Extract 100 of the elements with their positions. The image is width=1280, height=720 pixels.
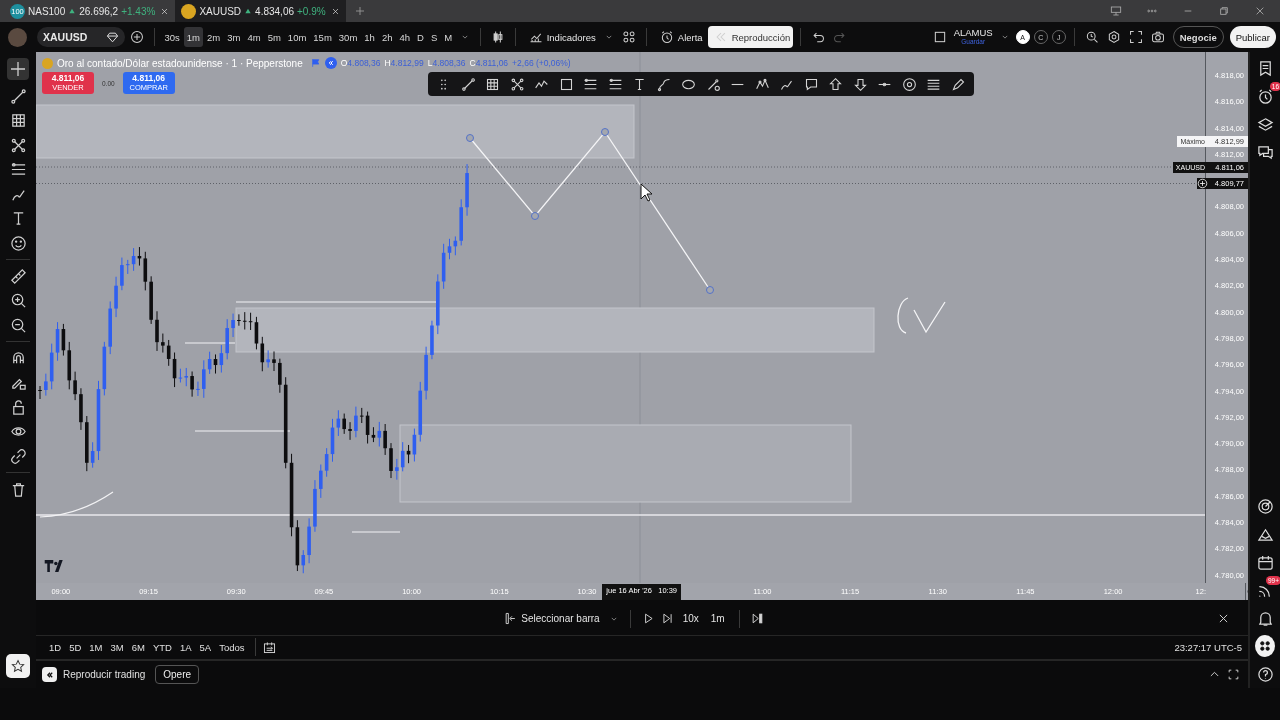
fibonacci-icon[interactable] xyxy=(607,76,623,92)
restore-icon[interactable] xyxy=(1218,5,1230,17)
interval-button[interactable]: 30m xyxy=(336,27,360,47)
calendar-icon[interactable] xyxy=(262,640,276,654)
magnifier-icon[interactable] xyxy=(1084,30,1099,44)
interval-button[interactable]: 2h xyxy=(379,27,395,47)
comment-icon[interactable] xyxy=(803,76,819,92)
interval-button[interactable]: 1m xyxy=(184,27,203,47)
calendar-icon[interactable] xyxy=(1256,553,1274,571)
interval-button[interactable]: 15m xyxy=(310,27,335,47)
up-triangle-icon xyxy=(244,7,253,15)
jump-to-end-icon[interactable] xyxy=(750,612,764,626)
interval-button[interactable]: 4h xyxy=(396,27,413,47)
speed-button[interactable]: 10x xyxy=(679,613,702,625)
fibonacci-icon[interactable] xyxy=(583,76,599,92)
radar-icon[interactable] xyxy=(1256,497,1274,515)
layout-icon[interactable] xyxy=(932,30,947,44)
range-button[interactable]: 3M xyxy=(107,641,127,653)
interval-button[interactable]: 10m xyxy=(285,27,309,47)
add-icon[interactable] xyxy=(130,30,144,44)
trade-button[interactable]: Opere xyxy=(155,665,200,685)
fibonacci-icon[interactable] xyxy=(9,161,27,178)
ohlc-value: O4.808,36 xyxy=(340,58,381,68)
interval-button[interactable]: 30s xyxy=(162,27,183,47)
help-icon[interactable] xyxy=(1256,665,1274,683)
publish-button[interactable]: Publicar xyxy=(1229,26,1276,48)
pattern-icon[interactable] xyxy=(754,76,770,92)
arrow-up-icon[interactable] xyxy=(828,76,844,92)
apps-button[interactable] xyxy=(1255,635,1275,657)
range-button[interactable]: Todos xyxy=(216,641,248,653)
layers-icon[interactable] xyxy=(1256,115,1274,133)
layout-name[interactable]: ALAMUS xyxy=(953,28,993,37)
interval-button[interactable]: M xyxy=(441,27,455,47)
ruler-icon[interactable] xyxy=(9,267,27,285)
grid-icon[interactable] xyxy=(9,112,27,129)
interval-button[interactable]: 3m xyxy=(224,27,243,47)
level-line xyxy=(184,342,236,344)
symbol-field[interactable]: XAUUSD xyxy=(37,27,125,47)
undo-icon[interactable] xyxy=(811,30,826,44)
path-icon[interactable] xyxy=(656,76,672,92)
templates-icon[interactable] xyxy=(621,30,636,44)
trend-line-icon[interactable] xyxy=(460,76,476,92)
trend-line-icon[interactable] xyxy=(9,87,27,105)
camera-icon[interactable] xyxy=(1150,30,1165,44)
ohlc-value: L4.808,36 xyxy=(427,58,466,68)
range-button[interactable]: 1A xyxy=(176,641,195,653)
gem-icon[interactable] xyxy=(106,30,119,44)
link-icon[interactable] xyxy=(9,447,27,465)
interval-button[interactable]: 5m xyxy=(265,27,284,47)
pattern-icon[interactable] xyxy=(509,76,525,92)
pencil-icon[interactable] xyxy=(950,76,966,92)
select-bar-button[interactable]: Seleccionar barra xyxy=(501,612,603,626)
range-button[interactable]: 1M xyxy=(86,641,106,653)
target-icon[interactable] xyxy=(901,76,917,92)
alarm-clock-icon[interactable] xyxy=(1256,87,1274,105)
range-button[interactable]: 6M xyxy=(128,641,148,653)
replay-trading-icon[interactable] xyxy=(42,667,57,683)
chart-tab[interactable]: XAUUSD 4.834,06 +0.9% xyxy=(175,0,346,22)
fullscreen-icon[interactable] xyxy=(1128,30,1143,44)
range-button[interactable]: 5A xyxy=(196,641,215,653)
chat-icon[interactable] xyxy=(1256,143,1274,161)
interval-button[interactable]: 1m xyxy=(707,613,728,625)
range-button[interactable]: YTD xyxy=(149,641,175,653)
rewind-icon xyxy=(44,669,55,680)
zoom-out-icon[interactable] xyxy=(9,316,27,334)
pattern-icon[interactable] xyxy=(9,136,27,154)
interval-button[interactable]: 4m xyxy=(244,27,264,47)
alert-button[interactable]: Alerta xyxy=(653,26,706,48)
bell-icon[interactable] xyxy=(1256,609,1274,627)
interval-button[interactable]: 2m xyxy=(204,27,223,47)
change-value: +2,66 (+0,06%) xyxy=(512,58,571,68)
symbol-title: Oro al contado/Dólar estadounidense · 1 · Pepperstone xyxy=(57,57,303,69)
replay-button[interactable]: Reproducción xyxy=(707,26,794,48)
smiley-icon[interactable] xyxy=(9,234,27,252)
range-button[interactable]: 5D xyxy=(66,641,85,653)
handwriting-drawing xyxy=(897,297,946,334)
indicators-button[interactable]: Indicadores xyxy=(522,26,599,48)
range-button[interactable]: 1D xyxy=(46,641,65,653)
new-tab-icon[interactable] xyxy=(353,5,366,17)
panel-title[interactable]: Reproducir trading xyxy=(63,669,146,681)
rewind-icon[interactable] xyxy=(324,57,337,69)
select-bar-icon xyxy=(504,612,518,626)
redo-icon[interactable] xyxy=(833,30,848,44)
rectangle-icon[interactable] xyxy=(558,76,574,92)
interval-button[interactable]: D xyxy=(414,27,427,47)
candlestick-icon[interactable] xyxy=(490,30,505,44)
logo-icon xyxy=(44,560,66,572)
interval-button[interactable]: S xyxy=(428,27,440,47)
settings-icon[interactable] xyxy=(1106,30,1121,44)
crosshair-icon[interactable] xyxy=(7,58,29,80)
arrow-down-icon[interactable] xyxy=(852,76,868,92)
ohlc-value: H4.812,99 xyxy=(384,58,424,68)
alarm-clock-icon xyxy=(659,30,674,44)
monitor-icon[interactable] xyxy=(1110,5,1122,17)
grid-icon[interactable] xyxy=(485,76,501,92)
interval-button[interactable]: 1h xyxy=(361,27,378,47)
maximize-icon[interactable] xyxy=(1227,668,1240,682)
step-forward-icon[interactable] xyxy=(660,612,674,626)
zoom-in-icon[interactable] xyxy=(9,292,27,309)
favorites-button[interactable] xyxy=(6,654,30,678)
